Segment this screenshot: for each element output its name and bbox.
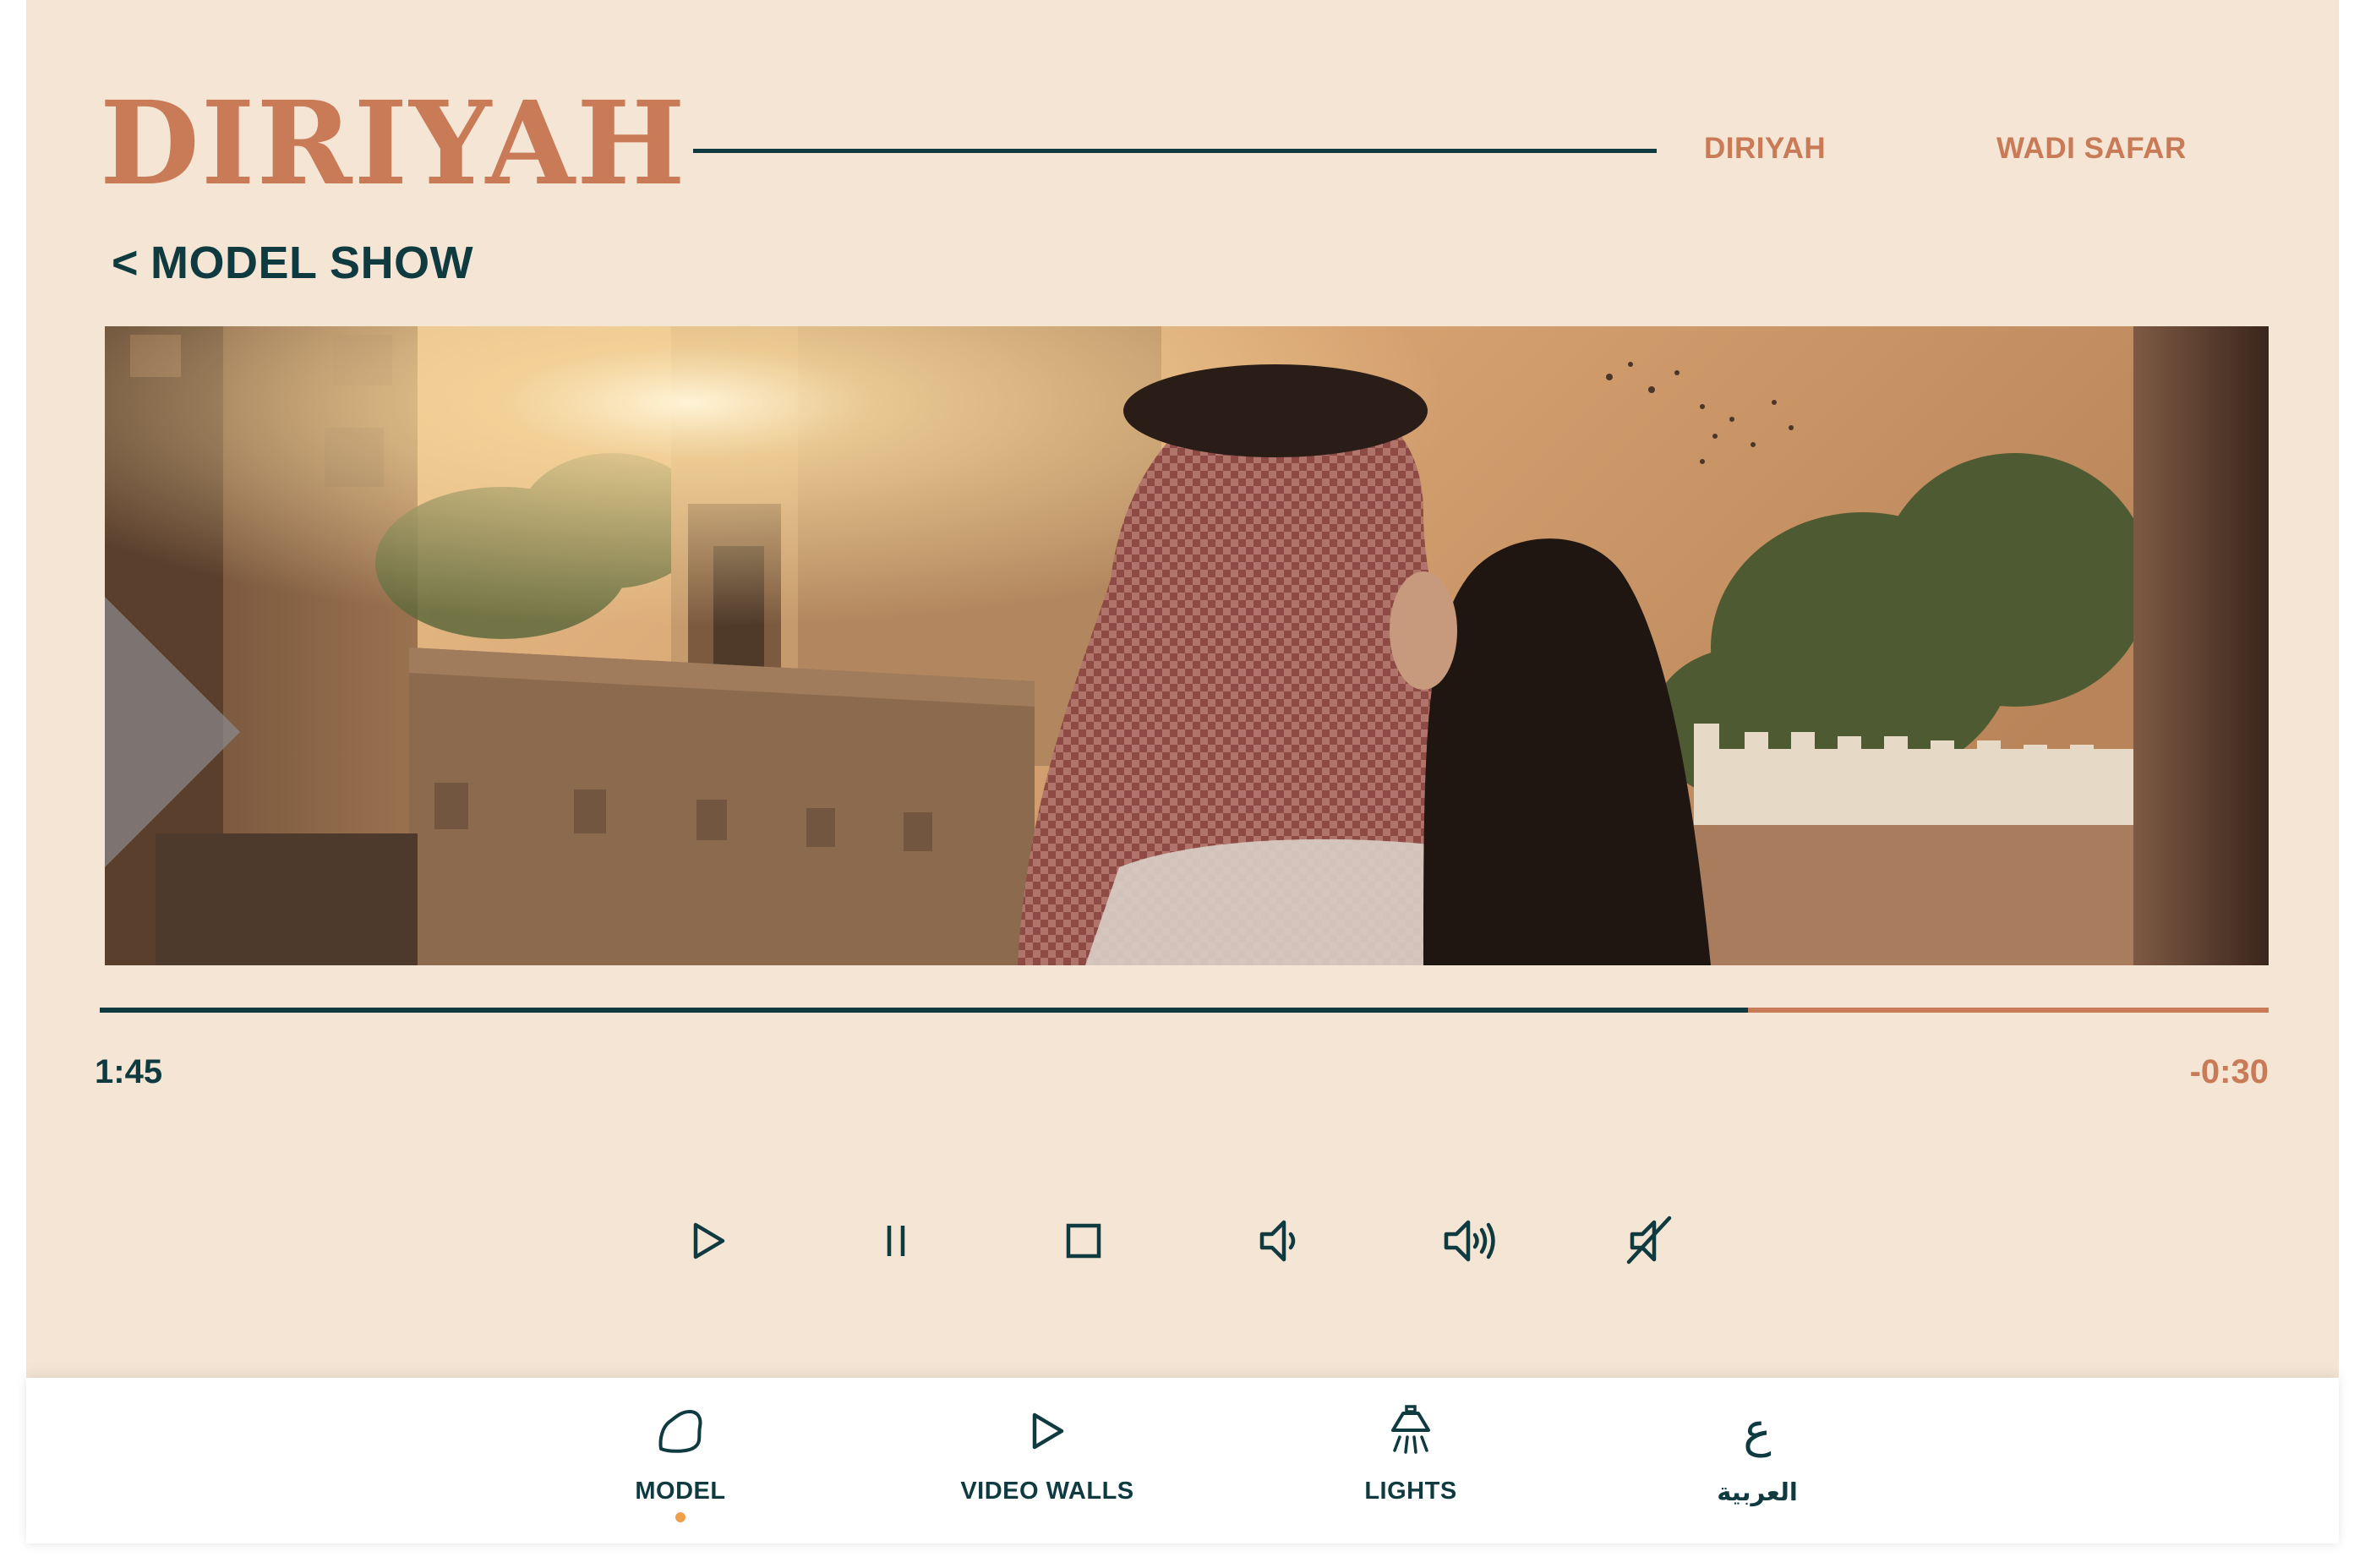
map-outline-icon <box>651 1401 710 1461</box>
tab-video-walls[interactable]: VIDEO WALLS <box>929 1401 1166 1537</box>
back-arrow-icon: < <box>112 238 139 288</box>
tab-lights[interactable]: LIGHTS <box>1326 1401 1495 1537</box>
stop-button[interactable] <box>1048 1205 1119 1276</box>
stop-icon <box>1066 1223 1101 1259</box>
ceiling-lamp-icon <box>1381 1401 1440 1461</box>
nav-link-wadi-safar[interactable]: WADI SAFAR <box>1996 132 2187 166</box>
mute-icon <box>1626 1216 1672 1265</box>
back-button[interactable]: < MODEL SHOW <box>112 237 473 289</box>
tab-arabic[interactable]: ع العربية <box>1673 1401 1842 1537</box>
volume-up-button[interactable] <box>1435 1205 1506 1276</box>
tab-model-label: MODEL <box>635 1478 726 1505</box>
active-tab-indicator <box>675 1512 685 1522</box>
play-icon <box>693 1222 725 1259</box>
remaining-time: -0:30 <box>2189 1053 2269 1090</box>
play-button[interactable] <box>671 1205 742 1276</box>
video-frame[interactable] <box>105 326 2269 965</box>
pause-icon <box>887 1226 905 1256</box>
volume-down-button[interactable] <box>1246 1205 1317 1276</box>
tab-video-walls-label: VIDEO WALLS <box>960 1478 1134 1505</box>
arabic-letter-ain-icon: ع <box>1728 1401 1787 1461</box>
page-title: MODEL SHOW <box>150 238 474 288</box>
progress-fill <box>100 1008 1749 1013</box>
tab-model[interactable]: MODEL <box>587 1401 773 1537</box>
nav-link-diriyah[interactable]: DIRIYAH <box>1704 132 1826 166</box>
arabic-glyph: ع <box>1743 1403 1772 1458</box>
tab-arabic-label: العربية <box>1717 1478 1798 1506</box>
mute-button[interactable] <box>1614 1205 1685 1276</box>
header-divider <box>693 149 1657 153</box>
volume-high-icon <box>1444 1220 1495 1262</box>
playback-progress-bar[interactable] <box>100 1008 2269 1013</box>
tab-lights-label: LIGHTS <box>1364 1478 1457 1505</box>
volume-low-icon <box>1259 1220 1296 1262</box>
play-icon <box>1018 1401 1077 1461</box>
diriyah-logo[interactable]: DIRIYAH <box>100 85 687 203</box>
bottom-tab-bar: MODEL VIDEO WALLS LIGHTS ع العربية <box>26 1378 2339 1543</box>
elapsed-time: 1:45 <box>95 1053 163 1090</box>
video-still-image <box>105 326 2269 965</box>
pause-button[interactable] <box>860 1205 931 1276</box>
